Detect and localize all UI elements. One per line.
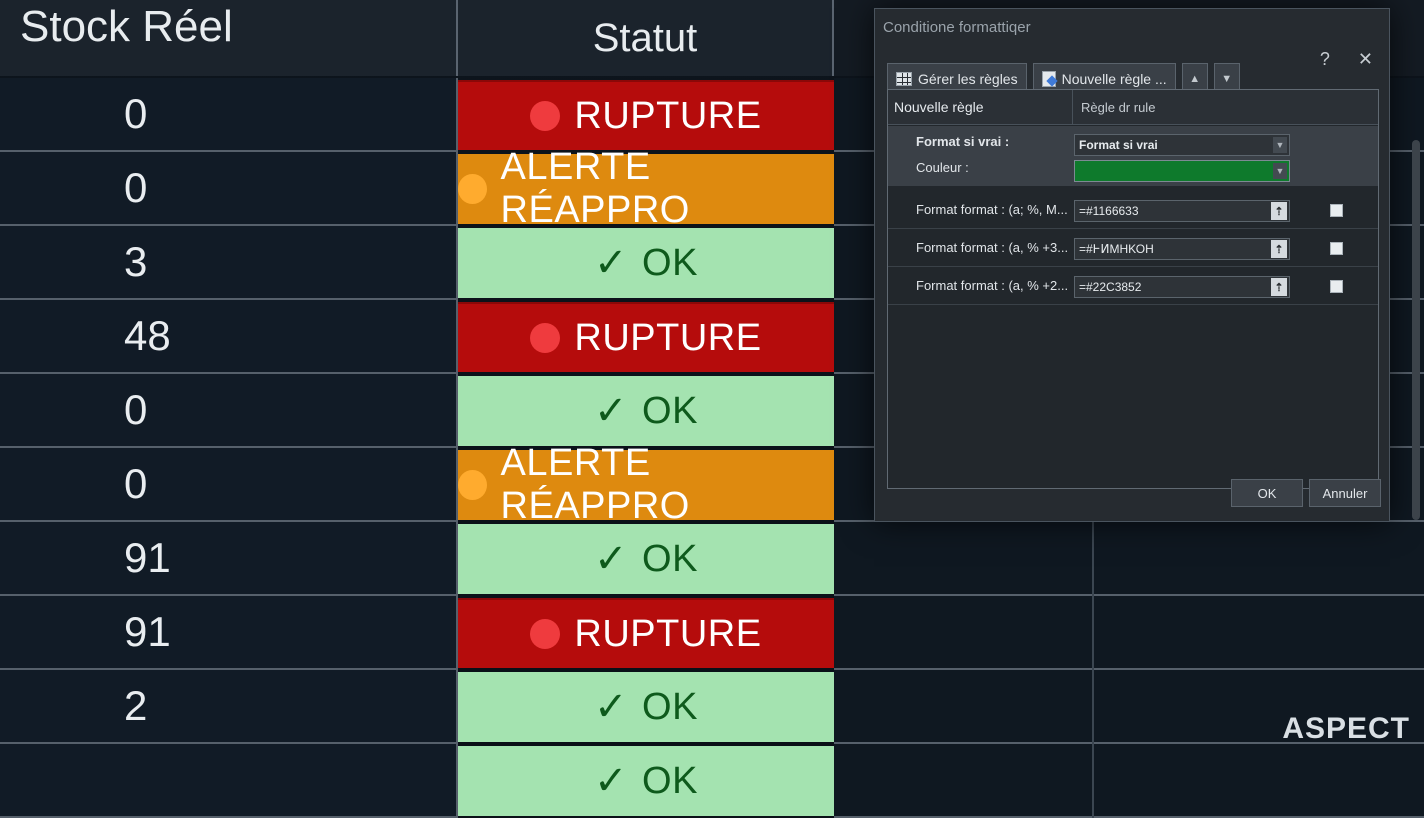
format-true-select[interactable]: Format si vrai ▼ [1074,134,1290,156]
arrow-up-icon: ▲ [1189,73,1201,85]
rule-label: Format format : (a; %, M... [916,202,1068,217]
column-divider [1092,522,1094,596]
column-header-stock[interactable]: Stock Réel [0,0,458,76]
status-cell[interactable]: ALERTE RÉAPPRO [458,442,834,527]
stock-cell[interactable]: 91 [0,522,458,596]
rules-header-col1: Nouvelle règle [894,99,984,115]
chevron-down-icon[interactable]: ▼ [1273,137,1287,153]
rule-row[interactable]: Format format : (a, % +3... =#ͰͶΜΗΚΟΗ ⇡ [888,228,1378,267]
status-label: OK [642,537,698,580]
column-divider [1092,744,1094,818]
table-row: 91 RUPTURE [0,596,1424,670]
red-dot-icon [530,323,561,353]
column-divider [1092,670,1094,744]
status-cell[interactable]: RUPTURE [458,302,834,372]
status-cell[interactable]: RUPTURE [458,80,834,150]
status-label: OK [642,685,698,728]
cancel-button[interactable]: Annuler [1309,479,1381,507]
rule-formula-field[interactable]: =#ͰͶΜΗΚΟΗ ⇡ [1074,238,1290,260]
format-true-label: Format si vrai : [916,134,1010,149]
stock-cell[interactable]: 0 [0,448,458,522]
stop-if-true-checkbox[interactable] [1330,204,1343,217]
status-cell[interactable]: ✓ OK [458,746,834,816]
status-label: RUPTURE [574,316,762,359]
grid-icon [896,72,912,86]
table-row: 91 ✓ OK [0,522,1424,596]
stock-cell[interactable]: 2 [0,670,458,744]
rules-header: Nouvelle règle Règle dr rule [888,90,1378,125]
watermark-logo: ASPECT [1282,712,1410,745]
status-label: OK [642,241,698,284]
red-dot-icon [530,101,561,131]
chevron-down-icon[interactable]: ▼ [1273,163,1287,179]
checkmark-icon: ✓ [594,759,629,803]
status-label: ALERTE RÉAPPRO [500,146,690,231]
range-select-icon[interactable]: ⇡ [1271,278,1287,296]
new-document-icon [1041,71,1056,87]
conditional-format-dialog: Conditione formattiqer ? ✕ Gérer les règ… [874,8,1390,522]
status-cell[interactable]: ✓ OK [458,376,834,446]
stock-cell[interactable]: 0 [0,152,458,226]
stock-cell[interactable]: 3 [0,226,458,300]
rule-row[interactable]: Format format : (a; %, M... =#1166633 ⇡ [888,190,1378,229]
rules-header-col2: Règle dr rule [1072,90,1378,124]
orange-dot-icon [458,470,487,500]
vertical-scrollbar[interactable] [1412,140,1420,520]
status-label: RUPTURE [574,612,762,655]
ok-button[interactable]: OK [1231,479,1303,507]
rule-formula-field[interactable]: =#22C3852 ⇡ [1074,276,1290,298]
stock-cell[interactable]: 48 [0,300,458,374]
status-label: RUPTURE [574,94,762,137]
stock-cell[interactable] [0,744,458,818]
status-label: ALERTE RÉAPPRO [500,442,690,527]
rule-formula-value: =#1166633 [1079,204,1139,218]
red-dot-icon [530,619,561,649]
table-row: 2 ✓ OK [0,670,1424,744]
checkmark-icon: ✓ [594,537,629,581]
stock-cell[interactable]: 0 [0,78,458,152]
range-select-icon[interactable]: ⇡ [1271,240,1287,258]
rules-panel: Nouvelle règle Règle dr rule Format si v… [887,89,1379,489]
rule-formula-value: =#22C3852 [1079,280,1142,294]
stock-cell[interactable]: 0 [0,374,458,448]
stock-cell[interactable]: 91 [0,596,458,670]
status-cell[interactable]: ALERTE RÉAPPRO [458,146,834,231]
selected-rule[interactable]: Format si vrai : Couleur : Format si vra… [888,126,1378,186]
manage-rules-label: Gérer les règles [918,71,1018,87]
status-cell[interactable]: RUPTURE [458,598,834,668]
checkmark-icon: ✓ [594,389,629,433]
status-label: OK [642,389,698,432]
column-divider [1092,596,1094,670]
orange-dot-icon [458,174,487,204]
empty-cell[interactable] [834,744,1424,818]
rule-label: Format format : (a, % +2... [916,278,1069,293]
rule-formula-value: =#ͰͶΜΗΚΟΗ [1079,242,1154,256]
format-true-value: Format si vrai [1079,138,1158,152]
empty-cell[interactable] [834,522,1424,596]
stop-if-true-checkbox[interactable] [1330,280,1343,293]
arrow-down-icon: ▼ [1221,73,1233,85]
close-icon[interactable]: ✕ [1358,49,1373,70]
help-icon[interactable]: ? [1320,49,1330,70]
status-label: OK [642,759,698,802]
color-label: Couleur : [916,160,969,175]
color-select[interactable]: ▼ [1074,160,1290,182]
rule-row[interactable]: Format format : (a, % +2... =#22C3852 ⇡ [888,266,1378,305]
status-cell[interactable]: ✓ OK [458,672,834,742]
empty-cell[interactable] [834,596,1424,670]
column-header-statut[interactable]: Statut [458,0,834,76]
checkmark-icon: ✓ [594,685,629,729]
dialog-title: Conditione formattiqer [883,18,1031,36]
new-rule-label: Nouvelle règle ... [1061,71,1167,87]
table-row: ✓ OK [0,744,1424,818]
rule-label: Format format : (a, % +3... [916,240,1069,255]
dialog-window-buttons: ? ✕ [1320,49,1373,70]
status-cell[interactable]: ✓ OK [458,524,834,594]
rule-formula-field[interactable]: =#1166633 ⇡ [1074,200,1290,222]
status-cell[interactable]: ✓ OK [458,228,834,298]
checkmark-icon: ✓ [594,241,629,285]
stop-if-true-checkbox[interactable] [1330,242,1343,255]
range-select-icon[interactable]: ⇡ [1271,202,1287,220]
